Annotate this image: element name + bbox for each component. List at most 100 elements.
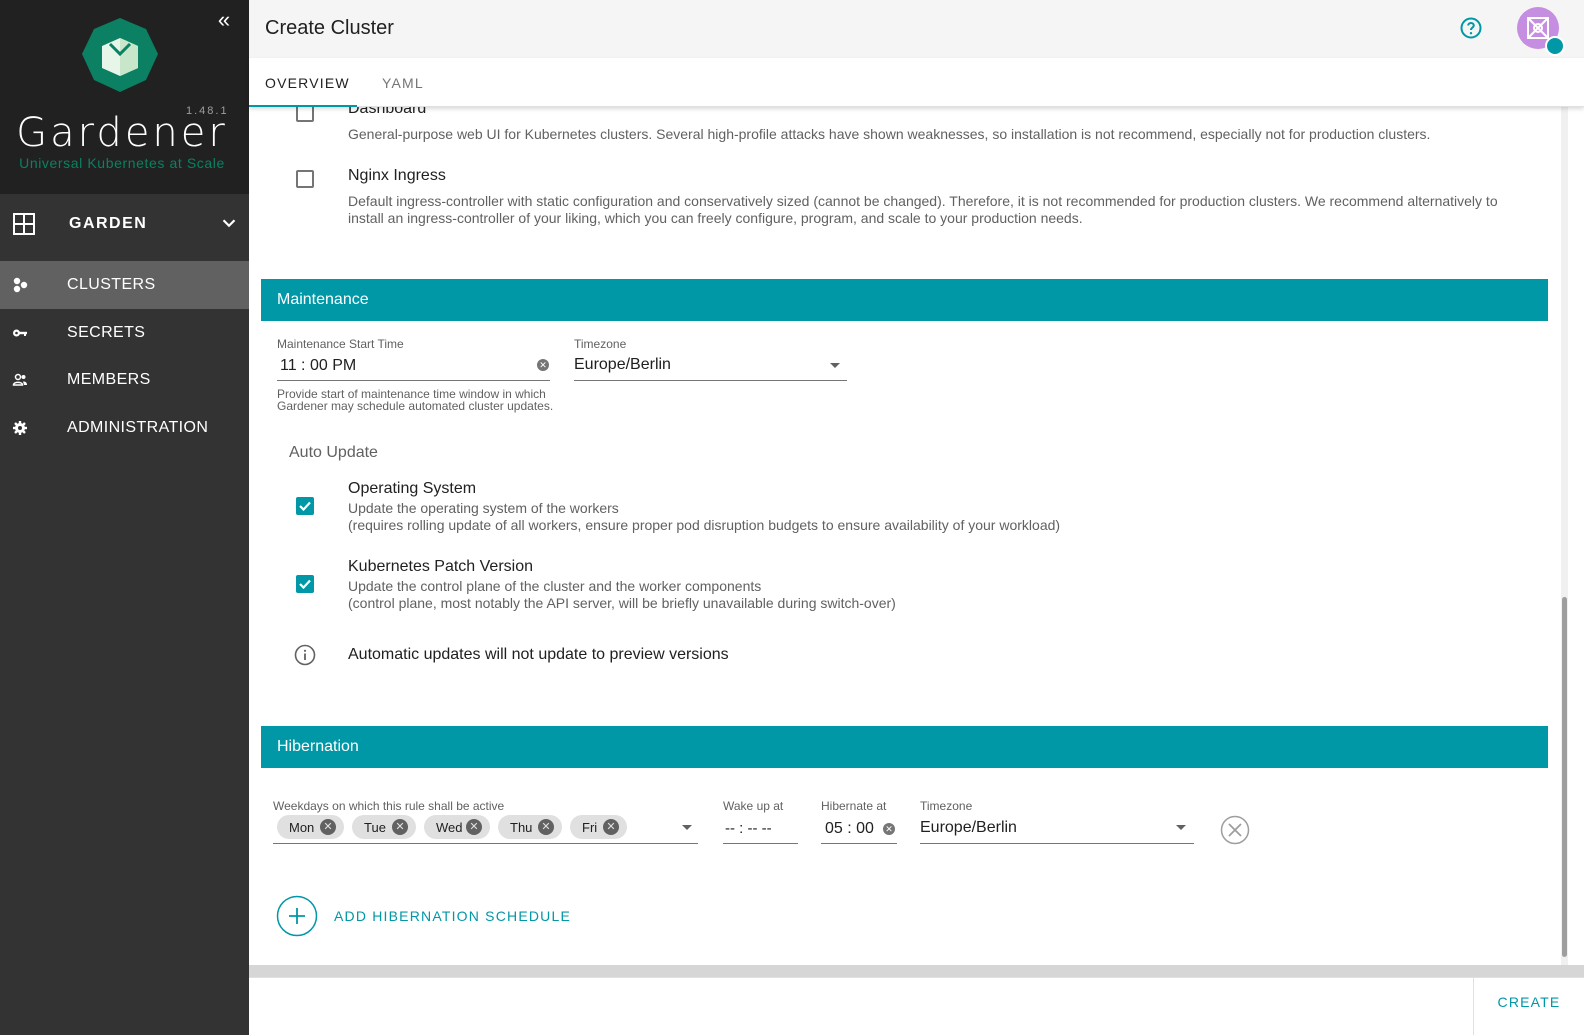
chip-label: Wed [436,820,463,835]
auto-update-info: Automatic updates will not update to pre… [348,646,729,663]
field-underline [574,380,847,381]
clusters-icon [13,277,28,293]
weekday-chip-fri: Fri ✕ [570,815,627,839]
help-icon[interactable] [1459,16,1483,40]
remove-chip-icon[interactable]: ✕ [538,819,554,835]
k8s-update-title: Kubernetes Patch Version [348,558,534,575]
sidebar-item-label: SECRETS [67,324,146,341]
project-selector[interactable]: GARDEN [0,200,249,248]
k8s-update-checkbox[interactable] [296,575,314,593]
gear-icon [13,421,27,435]
weekdays-label: Weekdays on which this rule shall be act… [273,799,505,813]
check-icon [299,579,311,590]
members-icon [12,373,27,386]
hibernation-timezone-select[interactable]: Europe/Berlin [920,819,1017,837]
sidebar: « 1.48.1 Gardener Universal Kubernetes a… [0,0,249,1035]
wake-up-label: Wake up at [723,799,784,813]
weekday-chip-wed: Wed ✕ [424,815,490,839]
collapse-sidebar-icon[interactable]: « [212,8,236,32]
sidebar-item-secrets[interactable]: SECRETS [0,309,249,357]
nginx-ingress-checkbox[interactable] [296,170,314,188]
add-hibernation-schedule-button[interactable]: ADD HIBERNATION SCHEDULE [334,908,571,924]
k8s-update-desc-line2: (control plane, most notably the API ser… [348,595,896,611]
content-scrollbar[interactable] [1561,107,1568,965]
main-content: Dashboard General-purpose web UI for Kub… [249,107,1564,965]
weekdays-dropdown-icon[interactable] [682,825,692,830]
field-underline [920,843,1194,844]
chip-label: Mon [289,820,315,835]
footer-bar [249,977,1584,1035]
addon-nginx-desc-line2: install an ingress-controller of your li… [348,210,1083,226]
app-tagline: Universal Kubernetes at Scale [19,155,225,171]
remove-chip-icon[interactable]: ✕ [320,819,336,835]
field-underline [273,843,698,844]
footer: CREATE [249,965,1584,1035]
addon-dashboard-desc: General-purpose web UI for Kubernetes cl… [348,126,1431,142]
chip-label: Fri [582,820,598,835]
page-title: Create Cluster [265,17,394,39]
brand-area: « 1.48.1 Gardener Universal Kubernetes a… [0,0,249,194]
chip-label: Thu [510,820,533,835]
sidebar-item-label: ADMINISTRATION [67,419,209,436]
remove-schedule-icon[interactable] [1220,815,1250,845]
grid-icon [13,213,35,235]
info-icon [294,644,316,666]
chevron-down-icon [222,219,236,228]
gardener-logo [82,18,158,92]
clear-time-icon[interactable]: ✕ [537,359,549,371]
addon-nginx-title: Nginx Ingress [348,167,446,184]
hibernate-at-input[interactable]: 05 : 00 [825,820,874,838]
dashboard-checkbox[interactable] [296,107,314,122]
maintenance-timezone-select[interactable]: Europe/Berlin [574,356,671,374]
tab-yaml[interactable]: YAML [382,75,424,91]
remove-chip-icon[interactable]: ✕ [603,819,619,835]
app-name: Gardener [16,110,228,156]
clear-time-icon[interactable]: ✕ [883,823,895,835]
footer-divider [249,965,1584,977]
create-button[interactable]: CREATE [1473,977,1584,1035]
auto-update-label: Auto Update [289,444,378,461]
k8s-update-desc-line1: Update the control plane of the cluster … [348,578,762,594]
maintenance-start-label: Maintenance Start Time [277,337,404,351]
sidebar-item-label: MEMBERS [67,371,151,388]
remove-chip-icon[interactable]: ✕ [392,819,408,835]
field-underline [723,843,798,844]
sidebar-item-label: CLUSTERS [67,276,156,293]
maintenance-header: Maintenance [261,279,1548,321]
hibernate-at-label: Hibernate at [821,799,887,813]
weekday-chip-tue: Tue ✕ [352,815,416,839]
active-tab-indicator [249,105,357,107]
os-update-desc-line1: Update the operating system of the worke… [348,500,619,516]
os-update-desc-line2: (requires rolling update of all workers,… [348,517,1061,533]
hibernation-header: Hibernation [261,726,1548,768]
wake-up-input[interactable]: -- : -- -- [725,820,772,837]
sidebar-item-clusters[interactable]: CLUSTERS [0,261,249,309]
remove-chip-icon[interactable]: ✕ [466,819,482,835]
weekday-chip-mon: Mon ✕ [277,815,344,839]
section-title: Hibernation [277,738,359,755]
app-header: Create Cluster [249,0,1584,58]
maintenance-timezone-label: Timezone [574,337,627,351]
account-badge-icon [1545,36,1565,56]
caret-down-icon[interactable] [830,363,840,368]
add-schedule-icon[interactable] [276,895,318,937]
sidebar-item-members[interactable]: MEMBERS [0,356,249,404]
field-underline [277,380,550,381]
project-name: GARDEN [69,215,148,232]
os-update-checkbox[interactable] [296,497,314,515]
key-icon [13,329,27,337]
caret-down-icon[interactable] [1176,825,1186,830]
weekday-chip-thu: Thu ✕ [498,815,562,839]
tab-bar: OVERVIEW YAML [249,58,1584,107]
scrollbar-thumb[interactable] [1562,597,1567,957]
tab-overview[interactable]: OVERVIEW [265,75,350,91]
chip-label: Tue [364,820,386,835]
addon-nginx-desc-line1: Default ingress-controller with static c… [348,193,1498,209]
addon-dashboard-title: Dashboard [348,107,427,117]
field-underline [821,843,897,844]
os-update-title: Operating System [348,480,477,497]
maintenance-start-input[interactable]: 11 : 00 PM [280,357,356,375]
sidebar-item-administration[interactable]: ADMINISTRATION [0,404,249,452]
maintenance-start-hint-line2: Gardener may schedule automated cluster … [277,399,554,413]
hibernation-timezone-label: Timezone [920,799,973,813]
